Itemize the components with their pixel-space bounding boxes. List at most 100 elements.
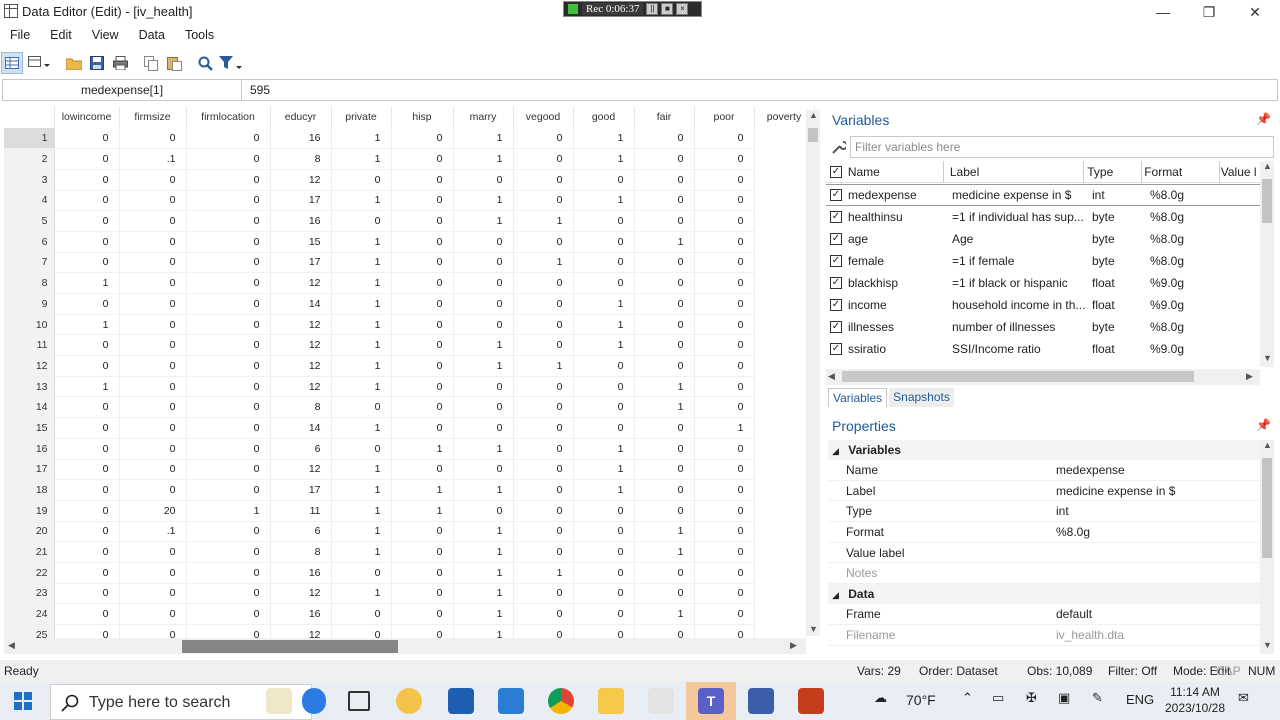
- data-cell[interactable]: 0: [391, 252, 454, 274]
- property-row[interactable]: Label medicine expense in $: [828, 481, 1260, 502]
- data-cell[interactable]: .1: [119, 148, 187, 170]
- data-cell[interactable]: 0: [453, 252, 514, 274]
- data-cell[interactable]: 0: [634, 128, 695, 150]
- variable-row[interactable]: ✓ healthinsu =1 if individual has sup... by…: [826, 206, 1260, 228]
- data-cell[interactable]: 0: [186, 314, 271, 336]
- data-cell[interactable]: 1: [573, 314, 635, 336]
- property-value[interactable]: int: [1054, 501, 1260, 521]
- mail-app-icon[interactable]: [498, 688, 524, 714]
- data-cell[interactable]: 0: [694, 355, 755, 377]
- variable-checkbox[interactable]: ✓: [830, 277, 842, 289]
- chrome-app-icon[interactable]: [548, 688, 574, 714]
- data-cell[interactable]: 0: [391, 603, 454, 625]
- row-number[interactable]: 1: [4, 128, 55, 150]
- data-cell[interactable]: 0: [54, 541, 120, 563]
- data-cell[interactable]: 0: [54, 438, 120, 460]
- menu-tools[interactable]: Tools: [175, 26, 224, 46]
- data-cell[interactable]: 1: [634, 231, 695, 253]
- data-cell[interactable]: 12: [270, 355, 332, 377]
- data-cell[interactable]: 1: [513, 252, 574, 274]
- data-cell[interactable]: 0: [119, 541, 187, 563]
- data-cell[interactable]: 0: [513, 314, 574, 336]
- data-cell[interactable]: 0: [573, 272, 635, 294]
- data-cell[interactable]: 0: [573, 521, 635, 543]
- data-cell[interactable]: 1: [331, 541, 392, 563]
- stop-record-icon[interactable]: ■: [661, 3, 674, 15]
- data-cell[interactable]: 1: [331, 376, 392, 398]
- data-cell[interactable]: 0: [694, 231, 755, 253]
- data-cell[interactable]: 0: [391, 396, 454, 419]
- column-header-marry[interactable]: marry: [453, 106, 514, 128]
- battery-icon[interactable]: ▭: [992, 690, 1004, 706]
- data-cell[interactable]: 0: [573, 541, 635, 563]
- data-cell[interactable]: 0: [694, 128, 755, 150]
- column-header-poor[interactable]: poor: [694, 106, 755, 128]
- row-number[interactable]: 9: [4, 293, 55, 315]
- variables-horizontal-scrollbar[interactable]: ◀ ▶: [826, 369, 1260, 385]
- col-header-label[interactable]: Label: [950, 165, 1087, 179]
- scroll-left-icon[interactable]: ◀: [8, 640, 15, 651]
- properties-group-variables[interactable]: ◢ Variables: [828, 440, 1260, 460]
- filter-variables-input[interactable]: Filter variables here: [850, 136, 1274, 158]
- data-cell[interactable]: 0: [186, 479, 271, 501]
- row-number[interactable]: 7: [4, 252, 55, 274]
- row-number[interactable]: 18: [4, 479, 55, 501]
- data-cell[interactable]: 0: [694, 583, 755, 605]
- data-cell[interactable]: 16: [270, 210, 332, 232]
- data-cell[interactable]: 0: [391, 210, 454, 232]
- data-cell[interactable]: 0: [54, 603, 120, 625]
- open-folder-icon[interactable]: [63, 52, 85, 74]
- language-indicator[interactable]: ENG: [1126, 692, 1154, 707]
- property-value[interactable]: medicine expense in $: [1054, 481, 1260, 501]
- property-row[interactable]: Type int: [828, 501, 1260, 523]
- data-cell[interactable]: 0: [694, 479, 755, 501]
- row-number[interactable]: 23: [4, 583, 55, 605]
- property-value[interactable]: iv_health.dta: [1054, 625, 1260, 645]
- variable-checkbox[interactable]: ✓: [830, 255, 842, 267]
- pause-record-icon[interactable]: ||: [646, 3, 659, 15]
- display-icon[interactable]: ▣: [1058, 690, 1070, 706]
- powerpoint-app-icon[interactable]: [798, 688, 824, 714]
- data-cell[interactable]: 0: [513, 148, 574, 170]
- row-number[interactable]: 24: [4, 603, 55, 625]
- scroll-down-icon[interactable]: ▼: [809, 624, 818, 634]
- data-cell[interactable]: 0: [54, 334, 120, 357]
- data-cell[interactable]: 1: [573, 190, 635, 212]
- data-cell[interactable]: 0: [573, 376, 635, 398]
- data-cell[interactable]: 0: [186, 231, 271, 253]
- data-cell[interactable]: 0: [186, 376, 271, 398]
- row-number[interactable]: 12: [4, 355, 55, 377]
- data-cell[interactable]: 0: [573, 231, 635, 253]
- data-cell[interactable]: 1: [634, 376, 695, 398]
- data-cell[interactable]: 0: [54, 252, 120, 274]
- property-row[interactable]: Frame default: [828, 604, 1260, 625]
- data-cell[interactable]: 1: [331, 314, 392, 336]
- data-cell[interactable]: 12: [270, 314, 332, 336]
- variables-vertical-scrollbar[interactable]: ▲ ▼: [1260, 161, 1274, 367]
- data-cell[interactable]: 0: [453, 417, 514, 439]
- data-cell[interactable]: 0: [694, 334, 755, 357]
- data-cell[interactable]: 1: [453, 541, 514, 563]
- column-header-lowincome[interactable]: lowincome: [54, 106, 120, 128]
- data-cell[interactable]: 17: [270, 252, 332, 274]
- data-cell[interactable]: 6: [270, 438, 332, 460]
- data-cell[interactable]: 0: [694, 541, 755, 563]
- data-cell[interactable]: 0: [119, 355, 187, 377]
- data-cell[interactable]: 12: [270, 583, 332, 605]
- data-cell[interactable]: 0: [391, 272, 454, 294]
- data-cell[interactable]: 0: [513, 272, 574, 294]
- data-cell[interactable]: 1: [513, 210, 574, 232]
- variable-checkbox[interactable]: ✓: [830, 233, 842, 245]
- data-cell[interactable]: 0: [453, 500, 514, 522]
- data-cell[interactable]: 0: [119, 210, 187, 232]
- variable-checkbox[interactable]: ✓: [830, 189, 842, 201]
- data-cell[interactable]: 0: [54, 583, 120, 605]
- data-cell[interactable]: 0: [119, 562, 187, 584]
- column-header-good[interactable]: good: [573, 106, 635, 128]
- data-cell[interactable]: 1: [634, 396, 695, 419]
- variable-row[interactable]: ✓ income household income in th... float %9.…: [826, 294, 1260, 316]
- data-cell[interactable]: 1: [331, 231, 392, 253]
- data-cell[interactable]: 0: [694, 521, 755, 543]
- property-value[interactable]: [1054, 563, 1260, 583]
- grid-vertical-thumb[interactable]: [808, 128, 818, 142]
